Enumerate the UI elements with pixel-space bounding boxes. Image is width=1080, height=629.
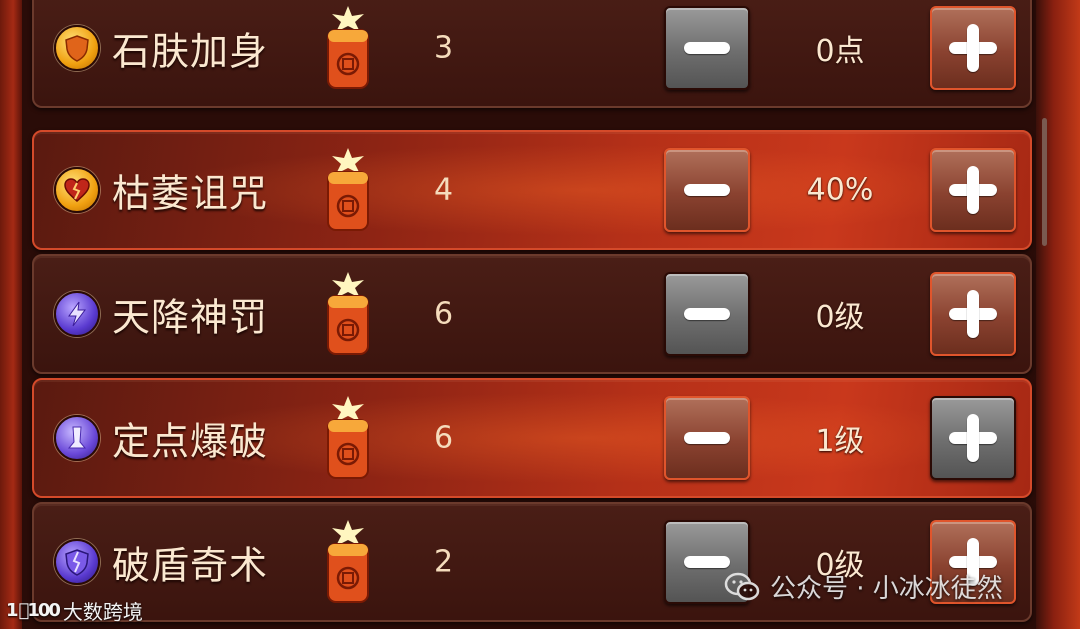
- firecracker-icon: [327, 396, 369, 479]
- skill-row: 石肤加身 3 0点: [32, 0, 1032, 108]
- broken-heart-icon: [54, 167, 100, 213]
- minus-icon: [684, 42, 730, 54]
- watermark-left: 1⃝100 大数跨境: [6, 596, 143, 625]
- skill-name: 天降神罚: [112, 295, 269, 340]
- increase-button[interactable]: [930, 272, 1016, 356]
- skill-name: 石肤加身: [112, 29, 269, 74]
- decrease-button[interactable]: [664, 396, 750, 480]
- cost-value: 4: [434, 172, 454, 208]
- skill-row: 天降神罚 6 0级: [32, 254, 1032, 374]
- firecracker-icon: [327, 520, 369, 603]
- increase-button[interactable]: [930, 148, 1016, 232]
- minus-icon: [684, 308, 730, 320]
- cost-value: 6: [434, 296, 454, 332]
- cost-value: 2: [434, 544, 454, 580]
- watermark-right-text: 公众号 · 小冰冰徒然: [770, 574, 1003, 604]
- decrease-button[interactable]: [664, 148, 750, 232]
- lightning-icon: [54, 291, 100, 337]
- firecracker-icon: [327, 148, 369, 231]
- skill-name: 枯萎诅咒: [112, 171, 269, 216]
- blast-icon: [54, 415, 100, 461]
- skill-level-value: 1级: [815, 424, 865, 459]
- minus-icon: [684, 432, 730, 444]
- watermark-left-text: 大数跨境: [62, 600, 143, 624]
- minus-icon: [684, 184, 730, 196]
- decrease-button[interactable]: [664, 6, 750, 90]
- skill-level-value: 0点: [815, 34, 865, 69]
- right-frame: [1036, 0, 1080, 629]
- increase-button[interactable]: [930, 396, 1016, 480]
- cost-value: 3: [434, 30, 454, 66]
- skill-name: 破盾奇术: [112, 543, 269, 588]
- scrollbar[interactable]: [1042, 118, 1047, 246]
- skill-row: 定点爆破 6 1级: [32, 378, 1032, 498]
- firecracker-icon: [327, 6, 369, 89]
- skill-level-value: 0级: [815, 300, 865, 335]
- wechat-icon: [724, 572, 760, 600]
- firecracker-icon: [327, 272, 369, 355]
- plus-icon: [949, 290, 997, 338]
- cost-value: 6: [434, 420, 454, 456]
- shield-icon: [54, 25, 100, 71]
- watermark-logo: 1⃝100: [6, 600, 61, 621]
- plus-icon: [949, 24, 997, 72]
- skill-name: 定点爆破: [112, 419, 269, 464]
- left-frame: [0, 0, 22, 629]
- plus-icon: [949, 414, 997, 462]
- minus-icon: [684, 556, 730, 568]
- watermark-right: 公众号 · 小冰冰徒然: [724, 568, 1003, 605]
- skill-row: 枯萎诅咒 4 40%: [32, 130, 1032, 250]
- skill-level-value: 40%: [806, 172, 874, 208]
- broken-shield-icon: [54, 539, 100, 585]
- decrease-button[interactable]: [664, 272, 750, 356]
- plus-icon: [949, 166, 997, 214]
- increase-button[interactable]: [930, 6, 1016, 90]
